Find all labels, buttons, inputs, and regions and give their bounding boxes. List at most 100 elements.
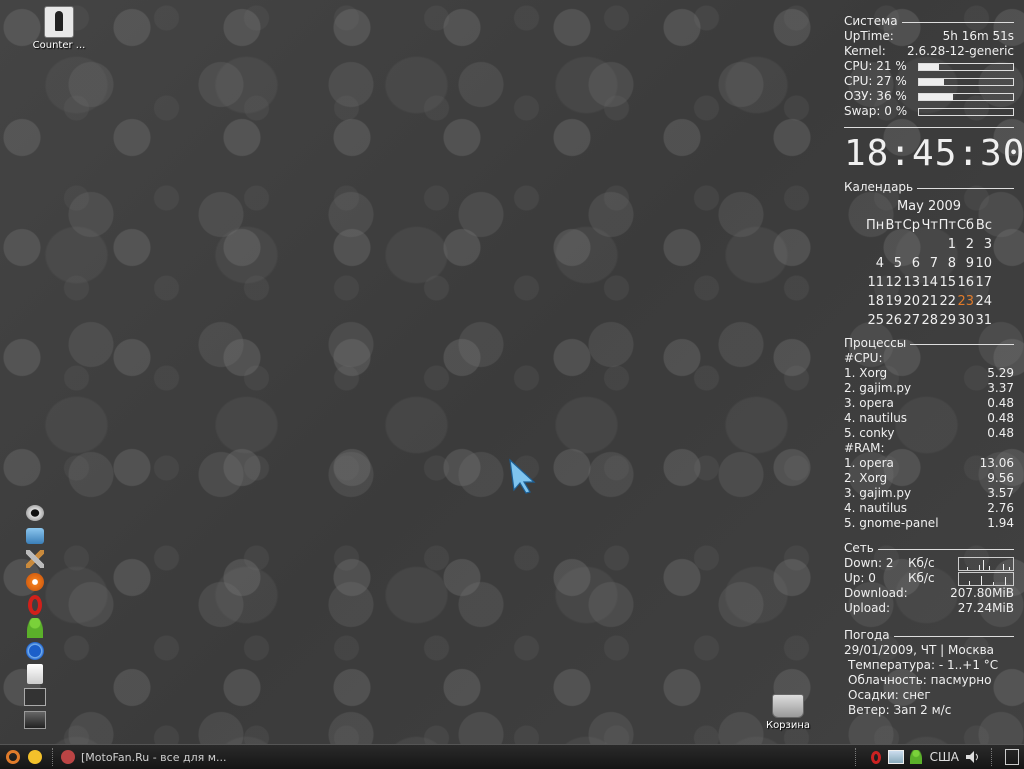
trash-label: Корзина: [765, 720, 811, 731]
radiation-icon: [28, 750, 42, 764]
radiation-launcher-button[interactable]: [24, 747, 46, 767]
calendar-section-header: Календарь: [844, 180, 1014, 195]
volume-icon[interactable]: [965, 749, 981, 765]
cpu1-label: CPU: 21 %: [844, 59, 907, 73]
calendar-day: 31: [975, 313, 992, 328]
opera-icon[interactable]: [24, 594, 46, 616]
process-row: 2. Xorg 9.56: [844, 471, 1014, 486]
conky-panel: Система UpTime: 5h 16m 51s Kernel: 2.6.2…: [844, 12, 1024, 718]
calendar-day: 16: [957, 275, 974, 290]
uptime-value: 5h 16m 51s: [942, 29, 1014, 43]
swap-label: Swap: 0 %: [844, 104, 908, 118]
uptime-label: UpTime:: [844, 29, 894, 43]
weather-date-line: 29/01/2009, ЧТ | Москва: [844, 643, 994, 657]
ubuntu-logo-icon: [6, 750, 20, 764]
process-name: 5. conky: [844, 426, 895, 440]
calendar-day: 28: [921, 313, 938, 328]
process-row: 3. gajim.py 3.57: [844, 486, 1014, 501]
power-icon[interactable]: [24, 640, 46, 662]
network-title: Сеть: [844, 541, 874, 555]
calendar-day: 23: [957, 294, 974, 309]
ram-processes-header: #RAM:: [844, 441, 885, 455]
calendar-weekday: Пт: [938, 218, 956, 233]
webcam-icon[interactable]: [24, 502, 46, 524]
weather-precipitation: Осадки: снег: [848, 688, 931, 702]
calendar-weekday: Чт: [921, 218, 939, 233]
up-unit: Кб/с: [908, 571, 935, 585]
opera-tray-icon[interactable]: [868, 749, 884, 765]
download-row: Download: 207.80MiB: [844, 586, 1014, 601]
messenger-tray-icon[interactable]: [908, 749, 924, 765]
telephone-icon[interactable]: [24, 525, 46, 547]
media-player-icon[interactable]: [24, 571, 46, 593]
kernel-row: Kernel: 2.6.28-12-generic: [844, 44, 1014, 59]
kernel-label: Kernel:: [844, 44, 886, 58]
text-editor-icon[interactable]: [24, 663, 46, 685]
mouse-cursor-icon: [509, 458, 536, 494]
calendar-weekday: Ср: [902, 218, 920, 233]
process-value: 1.94: [987, 516, 1014, 530]
taskbar: [MotoFan.Ru - все для м... США: [0, 744, 1024, 769]
weather-section-header: Погода: [844, 628, 1014, 643]
down-row: Down: 2 Кб/с: [844, 556, 1014, 571]
process-name: 3. opera: [844, 396, 894, 410]
ram-bar: [918, 92, 1014, 101]
calendar-day: 18: [867, 294, 884, 309]
uptime-row: UpTime: 5h 16m 51s: [844, 29, 1014, 44]
calendar-weekday: Вт: [885, 218, 903, 233]
process-value: 0.48: [987, 396, 1014, 410]
cpu2-bar-row: CPU: 27 %: [844, 74, 1014, 89]
launcher-bar: [24, 502, 48, 732]
weather-clouds: Облачность: пасмурно: [848, 673, 992, 687]
main-menu-button[interactable]: [2, 747, 24, 767]
keyboard-layout-indicator[interactable]: США: [928, 749, 961, 765]
calendar-day: 8: [947, 256, 956, 271]
swap-bar-row: Swap: 0 %: [844, 104, 1014, 119]
cpu2-label: CPU: 27 %: [844, 74, 907, 88]
cpu1-bar: [918, 62, 1014, 71]
calendar-day: 13: [903, 275, 920, 290]
process-name: 1. Xorg: [844, 366, 888, 380]
process-name: 2. Xorg: [844, 471, 888, 485]
process-value: 9.56: [987, 471, 1014, 485]
process-value: 13.06: [979, 456, 1014, 470]
upload-label: Upload:: [844, 601, 891, 615]
process-name: 4. nautilus: [844, 411, 908, 425]
browser-window-icon: [61, 750, 75, 764]
counter-strike-label: Counter ...: [32, 40, 86, 51]
trash-desktop-icon[interactable]: Корзина: [762, 694, 814, 731]
show-desktop-icon[interactable]: [1004, 749, 1020, 765]
network-icon[interactable]: [887, 749, 904, 765]
process-row: 2. gajim.py 3.37: [844, 381, 1014, 396]
counter-strike-desktop-icon[interactable]: Counter ...: [30, 6, 88, 51]
ram-bar-row: ОЗУ: 36 %: [844, 89, 1014, 104]
process-value: 3.37: [987, 381, 1014, 395]
messenger-icon[interactable]: [24, 617, 46, 639]
process-row: 3. opera 0.48: [844, 396, 1014, 411]
process-name: 3. gajim.py: [844, 486, 912, 500]
cpu1-bar-row: CPU: 21 %: [844, 59, 1014, 74]
calendar-day: 1: [947, 237, 956, 252]
calendar-day: 6: [911, 256, 920, 271]
terminal-icon[interactable]: [24, 709, 46, 731]
ram-label: ОЗУ: 36 %: [844, 89, 907, 103]
up-graph: [958, 571, 1014, 586]
taskbar-window-button[interactable]: [MotoFan.Ru - все для м...: [61, 747, 241, 767]
calendar-day: 21: [921, 294, 938, 309]
calendar-grid: Пн Вт Ср Чт Пт Сб Вс 1 2 3 4 5 6 7 8 9 10 11 12 13 14 15 16 17 1…: [844, 216, 1014, 330]
weather-wind: Ветер: Зап 2 м/с: [848, 703, 952, 717]
process-value: 3.57: [987, 486, 1014, 500]
process-row: 4. nautilus 2.76: [844, 501, 1014, 516]
calendar-day: 22: [939, 294, 956, 309]
process-name: 4. nautilus: [844, 501, 908, 515]
system-monitor-icon[interactable]: [24, 686, 46, 708]
calendar-day: 7: [929, 256, 938, 271]
kernel-value: 2.6.28-12-generic: [907, 44, 1014, 58]
calendar-day: 17: [975, 275, 992, 290]
down-unit: Кб/с: [908, 556, 935, 570]
up-row: Up: 0 Кб/с: [844, 571, 1014, 586]
calendar-day: [920, 235, 938, 254]
counter-strike-icon: [44, 6, 74, 38]
weather-title: Погода: [844, 628, 890, 642]
tools-icon[interactable]: [24, 548, 46, 570]
